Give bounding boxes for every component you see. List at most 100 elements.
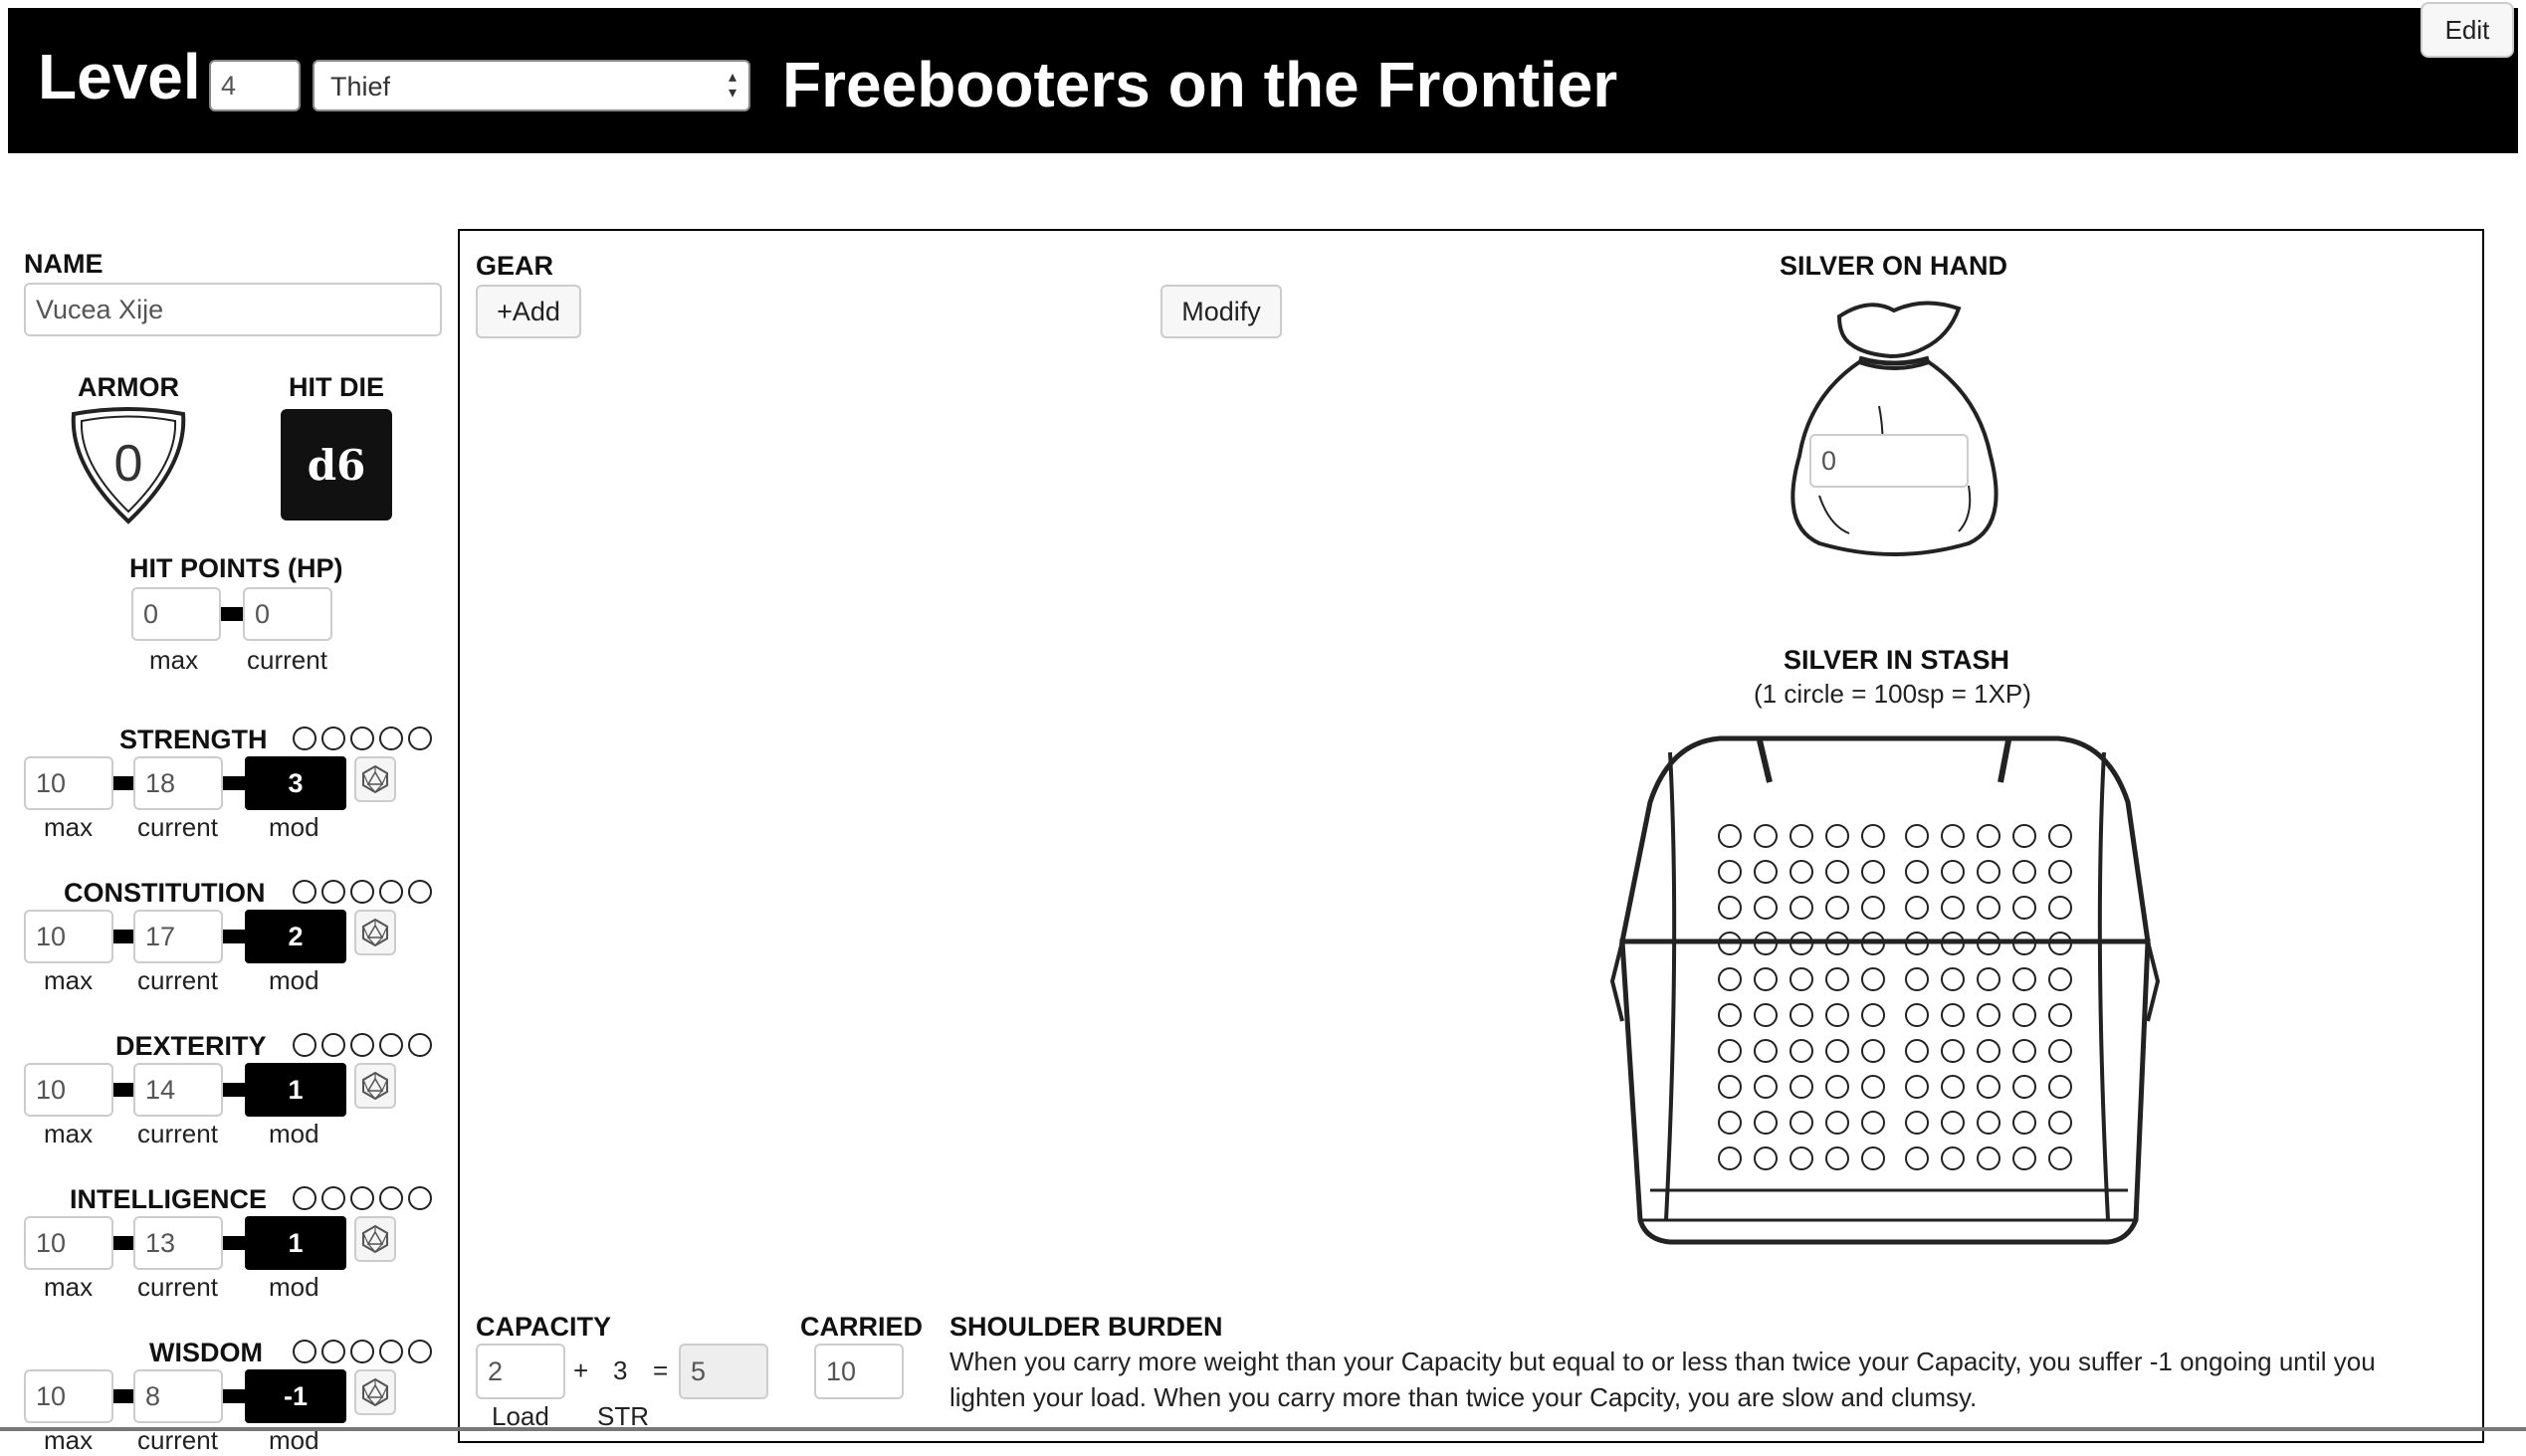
stash-circle[interactable] bbox=[1754, 896, 1778, 920]
stash-circle[interactable] bbox=[2012, 967, 2036, 991]
ability-circle[interactable] bbox=[350, 1186, 374, 1210]
stash-circle[interactable] bbox=[2048, 1075, 2072, 1099]
dice-roll-button[interactable] bbox=[354, 1216, 396, 1262]
stash-circle[interactable] bbox=[1941, 824, 1965, 848]
ability-current-input[interactable] bbox=[133, 1063, 223, 1117]
stash-circle[interactable] bbox=[1905, 1003, 1929, 1027]
stash-circle[interactable] bbox=[1977, 1146, 2000, 1170]
stash-circle[interactable] bbox=[1941, 967, 1965, 991]
stash-circle[interactable] bbox=[1825, 967, 1849, 991]
stash-circle[interactable] bbox=[2012, 1146, 2036, 1170]
stash-circle[interactable] bbox=[2048, 1003, 2072, 1027]
ability-mod[interactable]: 2 bbox=[245, 910, 346, 963]
stash-circle[interactable] bbox=[1789, 1146, 1813, 1170]
hit-die-value[interactable]: d6 bbox=[281, 409, 392, 520]
ability-circle[interactable] bbox=[321, 880, 345, 904]
ability-circle[interactable] bbox=[293, 727, 316, 750]
stash-circle[interactable] bbox=[1718, 824, 1742, 848]
stash-circle[interactable] bbox=[1941, 1146, 1965, 1170]
ability-circle[interactable] bbox=[379, 1033, 403, 1057]
stash-circle[interactable] bbox=[1789, 1003, 1813, 1027]
stash-circle[interactable] bbox=[2048, 860, 2072, 884]
load-input[interactable] bbox=[476, 1344, 565, 1399]
stash-circle[interactable] bbox=[1861, 1111, 1885, 1135]
ability-circle[interactable] bbox=[408, 880, 432, 904]
stash-circle[interactable] bbox=[1941, 1111, 1965, 1135]
stash-circle[interactable] bbox=[1754, 1039, 1778, 1063]
ability-circle[interactable] bbox=[350, 1340, 374, 1363]
stash-circle[interactable] bbox=[1861, 967, 1885, 991]
stash-circle[interactable] bbox=[1941, 860, 1965, 884]
stash-circle[interactable] bbox=[1789, 1039, 1813, 1063]
stash-circle[interactable] bbox=[1718, 860, 1742, 884]
stash-circle[interactable] bbox=[1861, 860, 1885, 884]
ability-max-input[interactable] bbox=[24, 1063, 113, 1117]
stash-circle[interactable] bbox=[1789, 1111, 1813, 1135]
edit-button[interactable]: Edit bbox=[2421, 2, 2514, 58]
stash-circle[interactable] bbox=[1861, 1003, 1885, 1027]
stash-circle[interactable] bbox=[1905, 1039, 1929, 1063]
stash-circle[interactable] bbox=[1754, 824, 1778, 848]
ability-circle[interactable] bbox=[293, 1033, 316, 1057]
ability-max-input[interactable] bbox=[24, 1369, 113, 1423]
name-input[interactable] bbox=[24, 283, 442, 336]
stash-circle[interactable] bbox=[1718, 1039, 1742, 1063]
stash-circle[interactable] bbox=[1754, 932, 1778, 955]
stash-circle[interactable] bbox=[1905, 1146, 1929, 1170]
stash-circle[interactable] bbox=[1977, 967, 2000, 991]
stash-circle[interactable] bbox=[1825, 896, 1849, 920]
stash-circle[interactable] bbox=[1977, 896, 2000, 920]
ability-circle[interactable] bbox=[379, 1340, 403, 1363]
ability-mod[interactable]: 1 bbox=[245, 1063, 346, 1117]
ability-circle[interactable] bbox=[379, 727, 403, 750]
stash-circle[interactable] bbox=[1825, 1003, 1849, 1027]
ability-current-input[interactable] bbox=[133, 1216, 223, 1270]
stash-circle[interactable] bbox=[2048, 1111, 2072, 1135]
stash-circle[interactable] bbox=[1789, 1075, 1813, 1099]
dice-roll-button[interactable] bbox=[354, 756, 396, 802]
dice-roll-button[interactable] bbox=[354, 910, 396, 955]
stash-circle[interactable] bbox=[1905, 860, 1929, 884]
ability-circle[interactable] bbox=[321, 727, 345, 750]
stash-circle[interactable] bbox=[2048, 824, 2072, 848]
stash-circle[interactable] bbox=[1861, 932, 1885, 955]
stash-circle[interactable] bbox=[1861, 1146, 1885, 1170]
class-select[interactable]: Thief ▴ ▾ bbox=[313, 60, 750, 111]
stash-circle[interactable] bbox=[1718, 1111, 1742, 1135]
stash-circle[interactable] bbox=[1977, 824, 2000, 848]
stash-circle[interactable] bbox=[1977, 1111, 2000, 1135]
stash-circle[interactable] bbox=[1789, 860, 1813, 884]
stash-circle[interactable] bbox=[1905, 967, 1929, 991]
stash-circle[interactable] bbox=[2012, 1039, 2036, 1063]
stash-circle[interactable] bbox=[1825, 1146, 1849, 1170]
stash-circle[interactable] bbox=[1789, 824, 1813, 848]
stash-circle[interactable] bbox=[2048, 967, 2072, 991]
ability-current-input[interactable] bbox=[133, 756, 223, 810]
stash-circle[interactable] bbox=[1754, 1111, 1778, 1135]
ability-max-input[interactable] bbox=[24, 756, 113, 810]
stash-circle[interactable] bbox=[2012, 1003, 2036, 1027]
ability-circle[interactable] bbox=[350, 1033, 374, 1057]
stash-circle[interactable] bbox=[1941, 1003, 1965, 1027]
stash-circle[interactable] bbox=[1977, 1003, 2000, 1027]
carried-input[interactable] bbox=[814, 1344, 904, 1399]
stash-circle[interactable] bbox=[1789, 896, 1813, 920]
stash-circle[interactable] bbox=[1718, 932, 1742, 955]
stash-circle[interactable] bbox=[1941, 1075, 1965, 1099]
stash-circle[interactable] bbox=[1789, 967, 1813, 991]
ability-circle[interactable] bbox=[321, 1340, 345, 1363]
stash-circle[interactable] bbox=[1825, 1111, 1849, 1135]
stash-circle[interactable] bbox=[1825, 860, 1849, 884]
ability-circle[interactable] bbox=[293, 1340, 316, 1363]
modify-gear-button[interactable]: Modify bbox=[1160, 285, 1282, 338]
ability-circle[interactable] bbox=[293, 880, 316, 904]
stash-circle[interactable] bbox=[1905, 932, 1929, 955]
stash-circle[interactable] bbox=[1754, 860, 1778, 884]
stash-circle[interactable] bbox=[1754, 1075, 1778, 1099]
stash-circle[interactable] bbox=[1941, 1039, 1965, 1063]
ability-mod[interactable]: -1 bbox=[245, 1369, 346, 1423]
stash-circle[interactable] bbox=[1789, 932, 1813, 955]
stash-circle[interactable] bbox=[1905, 1075, 1929, 1099]
stash-circle[interactable] bbox=[1754, 967, 1778, 991]
ability-circle[interactable] bbox=[350, 727, 374, 750]
